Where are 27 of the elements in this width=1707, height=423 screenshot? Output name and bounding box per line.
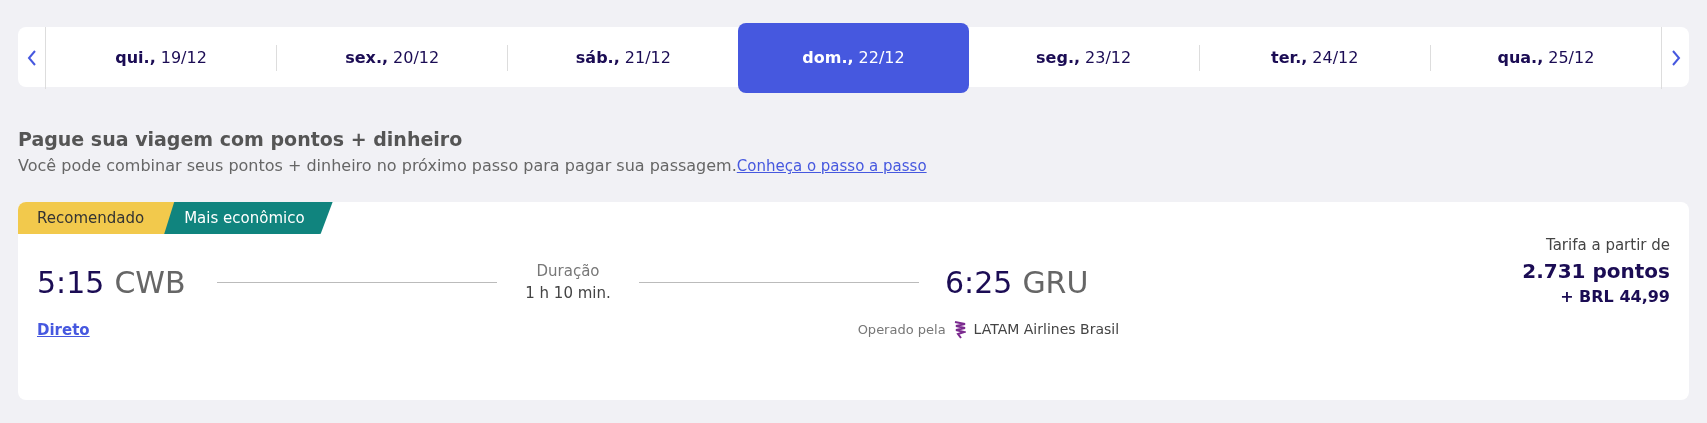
promo-title: Pague sua viagem com pontos + dinheiro — [18, 127, 464, 152]
airline-logo-icon — [953, 319, 966, 340]
arrival-time: 6:25 — [945, 263, 1013, 302]
departure-airport: CWB — [114, 263, 186, 302]
fare-cash: + BRL 44,99 — [1559, 285, 1670, 308]
steps-link[interactable]: Conheça o passo a passo — [736, 157, 927, 175]
duration-label: Duração — [535, 260, 601, 282]
date-tab[interactable]: qui., 19/12 — [46, 27, 277, 89]
date-tab[interactable]: ter., 24/12 — [1199, 27, 1430, 89]
fare-label: Tarifa a partir de — [1544, 235, 1670, 256]
arrival-airport: GRU — [1022, 263, 1089, 302]
date-tab[interactable]: sáb., 21/12 — [508, 27, 739, 89]
fare-points: 2.731 pontos — [1521, 257, 1670, 285]
badge: Mais econômico — [164, 202, 333, 234]
date-tab[interactable]: dom., 22/12 — [738, 23, 969, 93]
duration-value: 1 h 10 min. — [524, 283, 612, 305]
direct-link[interactable]: Direto — [37, 318, 90, 341]
departure-time: 5:15 — [37, 263, 105, 302]
date-tab[interactable]: qua., 25/12 — [1430, 27, 1661, 89]
airline-name: LATAM Airlines Brasil — [973, 320, 1120, 340]
date-tab[interactable]: seg., 23/12 — [968, 27, 1199, 89]
badge: Recomendado — [18, 202, 175, 234]
date-tab[interactable]: sex., 20/12 — [277, 27, 508, 89]
chevron-left-icon — [26, 49, 37, 67]
operated-by-label: Operado pela — [857, 321, 946, 339]
chevron-right-icon — [1670, 49, 1681, 67]
promo-text: Você pode combinar seus pontos + dinheiro no próximo passo para pagar sua passagem. — [18, 156, 737, 175]
